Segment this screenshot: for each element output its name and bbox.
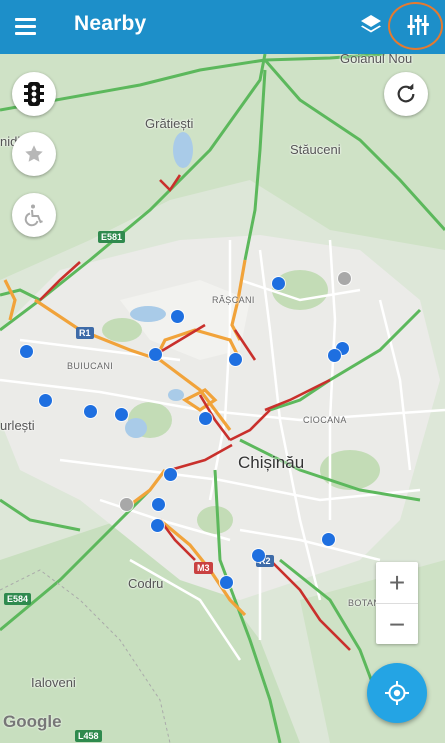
- layers-icon[interactable]: [356, 10, 386, 40]
- map-label-chisinau: Chișinău: [238, 453, 305, 472]
- wheelchair-icon: [24, 204, 43, 227]
- stop-marker-inactive[interactable]: [120, 498, 133, 511]
- stop-marker[interactable]: [322, 533, 335, 546]
- map-label-goianul-nou: Goianul Nou: [340, 54, 413, 66]
- stop-marker[interactable]: [199, 412, 212, 425]
- my-location-button[interactable]: [367, 663, 427, 723]
- map-label-ialoveni: Ialoveni: [31, 675, 76, 690]
- stop-marker[interactable]: [84, 405, 97, 418]
- zoom-controls: + −: [376, 562, 418, 644]
- stop-marker[interactable]: [20, 345, 33, 358]
- road-shield-e581: E581: [98, 231, 126, 243]
- page-title: Nearby: [74, 12, 147, 35]
- road-shield-r1: R1: [76, 327, 94, 339]
- stop-marker[interactable]: [252, 549, 265, 562]
- star-icon: [25, 145, 43, 162]
- filter-highlight-ring: [388, 2, 443, 50]
- zoom-out-button[interactable]: −: [376, 604, 418, 645]
- google-attribution: Google: [3, 712, 62, 731]
- app-bar: Nearby: [0, 0, 445, 54]
- stop-marker[interactable]: [152, 498, 165, 511]
- stop-marker[interactable]: [220, 576, 233, 589]
- map-label-gratiesti: Grătiești: [145, 116, 194, 131]
- stop-marker[interactable]: [229, 353, 242, 366]
- stop-marker[interactable]: [115, 408, 128, 421]
- stop-marker[interactable]: [39, 394, 52, 407]
- map-label-ciocana: CIOCANA: [303, 415, 347, 425]
- stop-marker-inactive[interactable]: [338, 272, 351, 285]
- road-shield-l458: L458: [75, 730, 102, 742]
- stop-marker[interactable]: [171, 310, 184, 323]
- stop-marker[interactable]: [164, 468, 177, 481]
- accessibility-button[interactable]: [12, 193, 56, 237]
- stop-marker[interactable]: [151, 519, 164, 532]
- map-label-durlesti: urlești: [0, 418, 35, 433]
- road-shield-m3: M3: [194, 562, 213, 574]
- stop-marker[interactable]: [328, 349, 341, 362]
- traffic-light-icon: [24, 82, 44, 106]
- gps-crosshair-icon: [385, 681, 409, 705]
- map-label-stauceni: Stăuceni: [290, 142, 341, 157]
- map-label-codru: Codru: [128, 576, 164, 591]
- favorites-button[interactable]: [12, 132, 56, 176]
- map-label-rascani: RÂȘCANI: [212, 295, 255, 305]
- refresh-button[interactable]: [384, 72, 428, 116]
- refresh-icon: [397, 83, 415, 103]
- stop-marker[interactable]: [149, 348, 162, 361]
- map-label-buiucani: BUIUCANI: [67, 361, 114, 371]
- traffic-toggle-button[interactable]: [12, 72, 56, 116]
- menu-icon[interactable]: [12, 12, 40, 40]
- stop-marker[interactable]: [272, 277, 285, 290]
- zoom-in-button[interactable]: +: [376, 562, 418, 603]
- road-shield-e584: E584: [4, 593, 32, 605]
